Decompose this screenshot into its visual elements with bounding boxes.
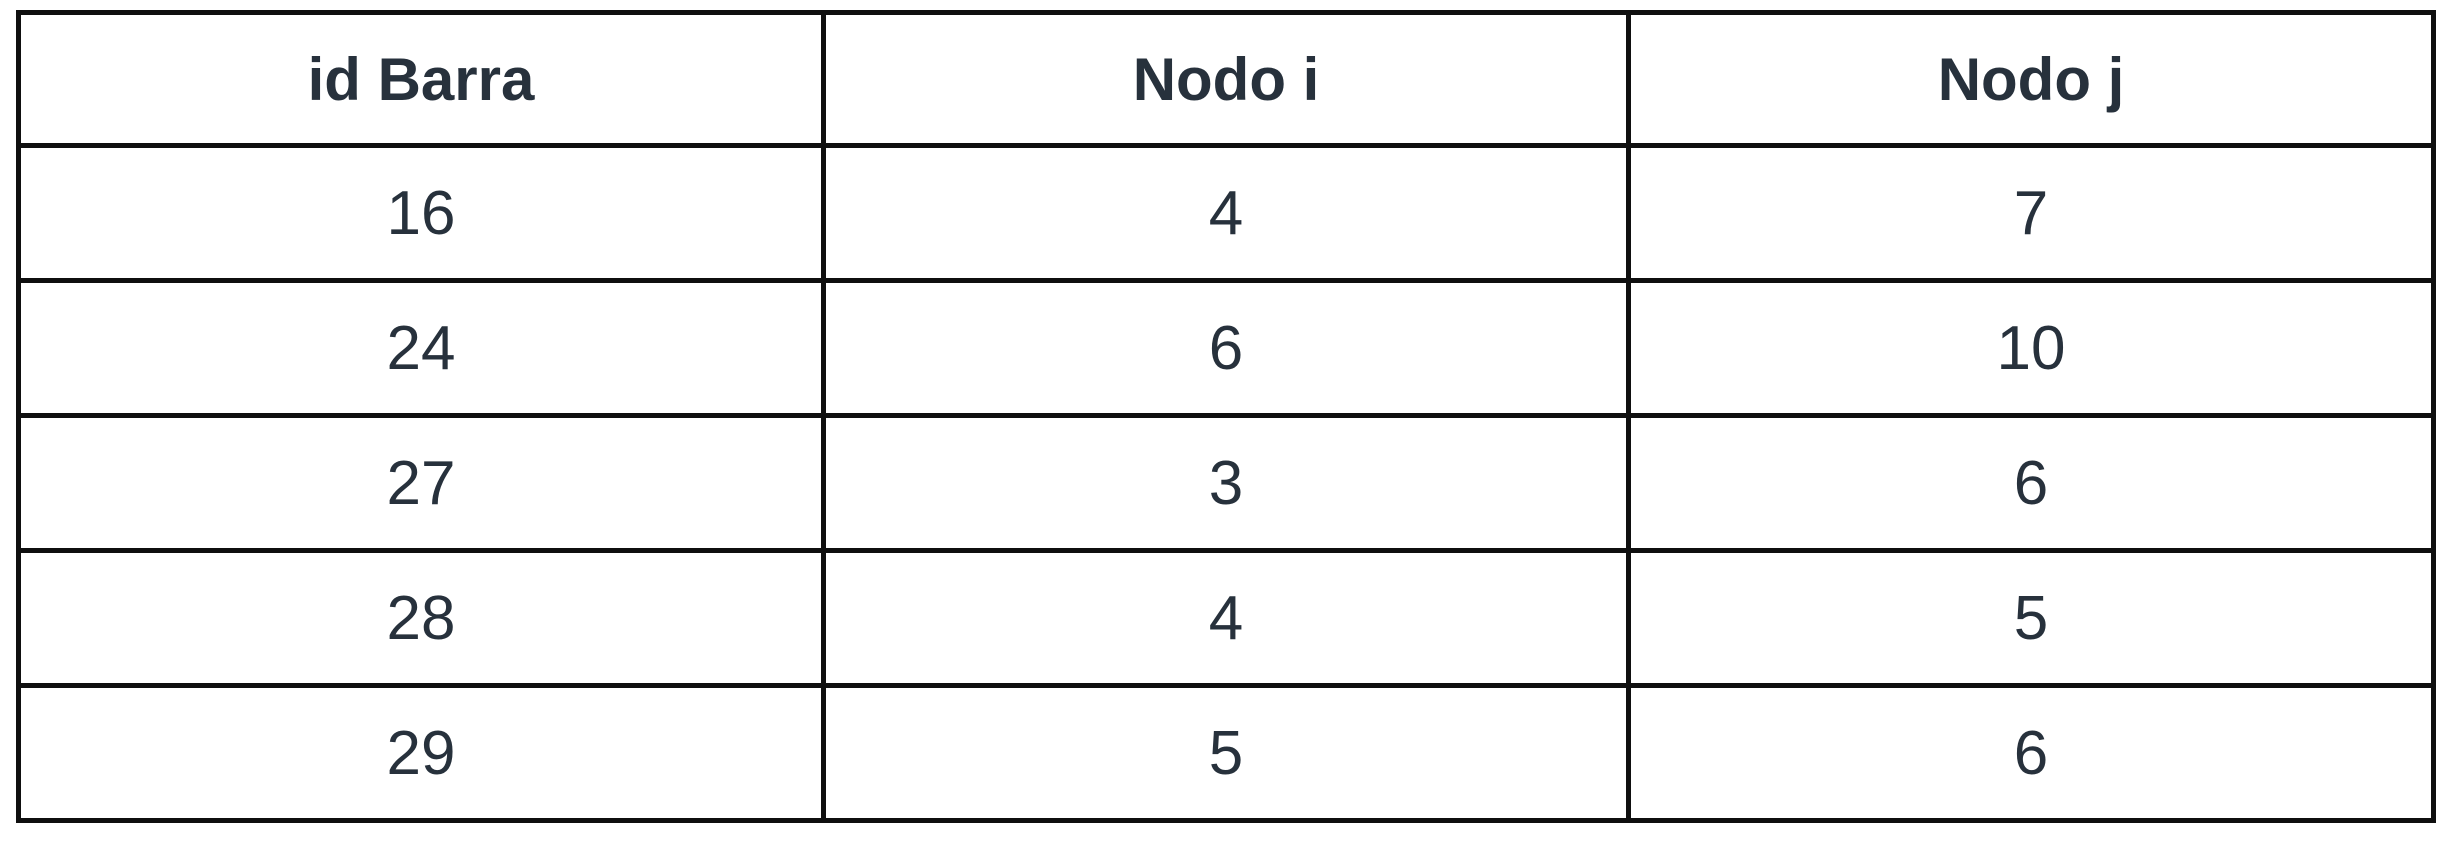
cell-nodo-j: 5 — [1626, 548, 2436, 688]
cell-id-barra: 28 — [16, 548, 826, 688]
table-row: 16 4 7 — [16, 143, 2436, 283]
table-row: 24 6 10 — [16, 278, 2436, 418]
column-header-nodo-i: Nodo i — [821, 10, 1631, 148]
column-header-nodo-j: Nodo j — [1626, 10, 2436, 148]
cell-nodo-j: 7 — [1626, 143, 2436, 283]
table-row: 29 5 6 — [16, 683, 2436, 823]
bars-table: id Barra Nodo i Nodo j 16 4 7 24 6 10 27… — [16, 10, 2436, 823]
column-header-id-barra: id Barra — [16, 10, 826, 148]
cell-id-barra: 16 — [16, 143, 826, 283]
cell-id-barra: 27 — [16, 413, 826, 553]
table-header: id Barra Nodo i Nodo j — [16, 10, 2436, 148]
table-row: 27 3 6 — [16, 413, 2436, 553]
header-row: id Barra Nodo i Nodo j — [16, 10, 2436, 148]
table-row: 28 4 5 — [16, 548, 2436, 688]
cell-nodo-i: 4 — [821, 143, 1631, 283]
cell-id-barra: 29 — [16, 683, 826, 823]
cell-nodo-i: 5 — [821, 683, 1631, 823]
cell-id-barra: 24 — [16, 278, 826, 418]
table-body: 16 4 7 24 6 10 27 3 6 28 4 5 29 5 6 — [16, 143, 2436, 823]
cell-nodo-i: 3 — [821, 413, 1631, 553]
cell-nodo-i: 4 — [821, 548, 1631, 688]
cell-nodo-j: 6 — [1626, 683, 2436, 823]
cell-nodo-i: 6 — [821, 278, 1631, 418]
cell-nodo-j: 6 — [1626, 413, 2436, 553]
cell-nodo-j: 10 — [1626, 278, 2436, 418]
